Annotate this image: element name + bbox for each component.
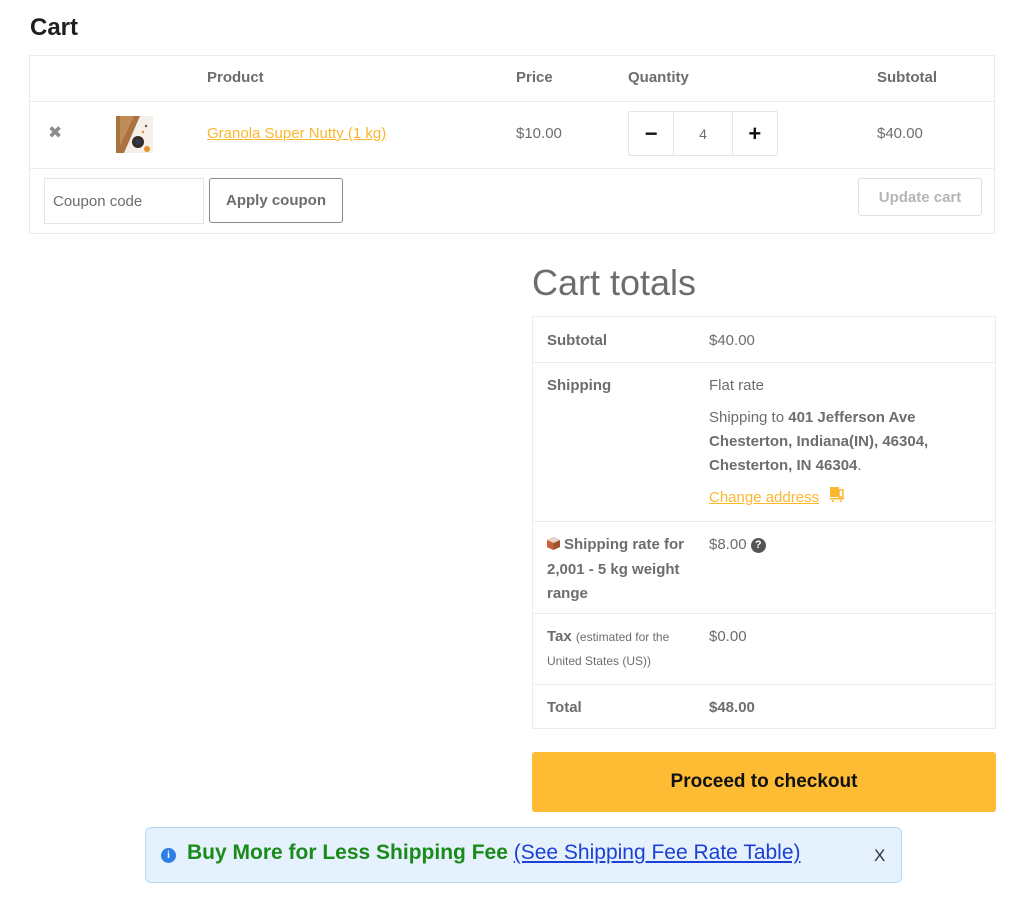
remove-item-icon[interactable]: ✖ (48, 123, 62, 143)
help-icon[interactable]: ? (750, 538, 766, 553)
increase-quantity-button[interactable]: + (733, 112, 777, 155)
total-value: $48.00 (709, 699, 755, 716)
item-price: $10.00 (516, 125, 562, 142)
change-address-wrap: Change address (709, 486, 979, 510)
totals-total-row: Total $48.00 (533, 684, 995, 729)
item-subtotal: $40.00 (877, 125, 923, 142)
header-subtotal: Subtotal (877, 69, 937, 86)
package-icon (547, 534, 560, 558)
shipping-to-suffix: . (857, 457, 862, 474)
header-quantity: Quantity (628, 69, 689, 86)
coupon-code-input[interactable] (44, 178, 204, 224)
close-icon[interactable]: X (874, 846, 885, 866)
notice-text-wrap: Buy More for Less Shipping Fee (See Ship… (187, 841, 801, 865)
tax-label: Tax (547, 628, 572, 645)
product-link[interactable]: Granola Super Nutty (1 kg) (207, 125, 386, 142)
subtotal-value: $40.00 (709, 332, 755, 349)
proceed-to-checkout-button[interactable]: Proceed to checkout (532, 752, 996, 812)
rate-table-link[interactable]: (See Shipping Fee Rate Table) (514, 841, 801, 864)
totals-tax-row: Tax (estimated for the United States (US… (533, 613, 995, 685)
change-address-link[interactable]: Change address (709, 489, 819, 506)
shipping-rate-value-wrap: $8.00 ? (709, 533, 979, 557)
product-thumbnail[interactable] (116, 116, 153, 153)
shipping-label: Shipping (547, 377, 612, 394)
shipping-fee-notice: i Buy More for Less Shipping Fee (See Sh… (145, 827, 902, 883)
update-cart-button[interactable]: Update cart (858, 178, 982, 216)
tax-value: $0.00 (709, 628, 747, 645)
header-price: Price (516, 69, 553, 86)
shipping-rate-value: $8.00 (709, 536, 747, 553)
quantity-stepper: − 4 + (628, 111, 778, 156)
cart-item-row: ✖ Granola Super Nutty (1 kg) $10.00 − 4 … (30, 101, 994, 169)
apply-coupon-button[interactable]: Apply coupon (209, 178, 343, 223)
totals-shipping-rate-row: Shipping rate for 2,001 - 5 kg weight ra… (533, 521, 995, 614)
page-title: Cart (30, 14, 79, 41)
decrease-quantity-button[interactable]: − (629, 112, 673, 155)
info-icon: i (161, 848, 176, 863)
truck-icon (829, 486, 845, 510)
header-product: Product (207, 69, 264, 86)
total-label: Total (547, 699, 582, 716)
cart-table-header: Product Price Quantity Subtotal (30, 56, 994, 102)
shipping-rate-label-wrap: Shipping rate for 2,001 - 5 kg weight ra… (547, 533, 687, 606)
subtotal-label: Subtotal (547, 332, 607, 349)
shipping-rate-label: Shipping rate for 2,001 - 5 kg weight ra… (547, 536, 684, 602)
totals-subtotal-row: Subtotal $40.00 (533, 317, 995, 363)
notice-text: Buy More for Less Shipping Fee (187, 841, 514, 864)
cart-totals-table: Subtotal $40.00 Shipping Flat rate Shipp… (532, 316, 996, 729)
cart-table: Product Price Quantity Subtotal ✖ Granol… (29, 55, 995, 234)
shipping-to-prefix: Shipping to (709, 409, 789, 426)
cart-totals-title: Cart totals (532, 262, 697, 303)
shipping-destination: Shipping to 401 Jefferson Ave Chesterton… (709, 406, 979, 478)
shipping-details: Flat rate Shipping to 401 Jefferson Ave … (709, 374, 979, 510)
tax-label-wrap: Tax (estimated for the United States (US… (547, 625, 687, 673)
quantity-input[interactable]: 4 (673, 112, 733, 155)
totals-shipping-row: Shipping Flat rate Shipping to 401 Jeffe… (533, 362, 995, 522)
shipping-method: Flat rate (709, 377, 765, 394)
